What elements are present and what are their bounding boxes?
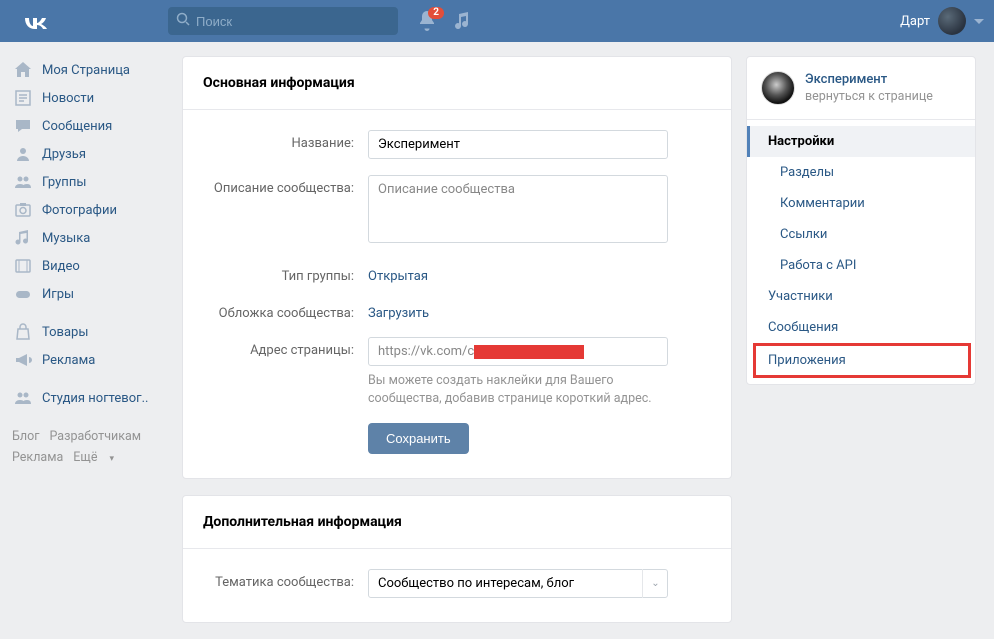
search-field[interactable] [168,7,398,35]
search-input[interactable] [196,14,376,29]
panel-title: Дополнительная информация [183,496,731,549]
save-button[interactable]: Сохранить [368,423,469,454]
nav-item-market[interactable]: Товары [8,318,168,346]
nav-label: Сообщения [42,119,112,134]
friends-icon [14,145,32,163]
search-icon [176,12,190,30]
nav-label: Друзья [42,147,86,162]
footer-ads[interactable]: Реклама [12,450,63,465]
sidebar-item[interactable]: Ссылки [747,219,975,250]
nav-label: Фотографии [42,203,117,218]
chevron-down-icon [974,14,984,29]
video-icon [14,257,32,275]
ads-icon [14,351,32,369]
label-desc: Описание сообщества: [203,175,368,196]
music-icon [14,229,32,247]
groups-icon [14,173,32,191]
nav-item-photos[interactable]: Фотографии [8,196,168,224]
group-name: Эксперимент [805,72,933,87]
user-menu[interactable]: Дарт [900,7,984,35]
footer-more[interactable]: Ещё▾ [73,450,124,465]
header-bar: 2 Дарт [0,0,994,42]
sidebar-item[interactable]: Настройки [747,126,975,157]
redacted-url [474,345,584,359]
sidebar-item[interactable]: Сообщения [747,312,975,343]
back-to-page: вернуться к странице [805,89,933,104]
nav-item-video[interactable]: Видео [8,252,168,280]
news-icon [14,89,32,107]
sidebar-card: Эксперимент вернуться к странице Настрой… [746,56,976,385]
sidebar-item[interactable]: Комментарии [747,188,975,219]
groups-icon [14,389,32,407]
user-name: Дарт [900,14,930,29]
user-avatar [938,7,966,35]
select-topic[interactable]: Сообщество по интересам, блог ⌄ [368,569,668,598]
main-content: Основная информация Название: Описание с… [182,56,732,639]
sidebar-item[interactable]: Работа с API [747,250,975,281]
vk-logo[interactable] [20,13,48,29]
nav-label: Товары [42,325,88,340]
group-avatar [761,71,795,105]
label-name: Название: [203,130,368,151]
nav-label: Моя Страница [42,63,130,78]
input-desc[interactable] [368,175,668,243]
url-prefix: https://vk.com/c [378,344,474,359]
sidebar-item[interactable]: Участники [747,281,975,312]
sidebar-nav: НастройкиРазделыКомментарииСсылкиРабота … [747,120,975,384]
link-upload-cover[interactable]: Загрузить [368,300,429,321]
home-icon [14,61,32,79]
panel-title: Основная информация [183,57,731,110]
page-container: Моя Страница Новости Сообщения Друзья Группы… [0,42,994,639]
nav-label: Игры [42,287,74,302]
nav-item-ads[interactable]: Реклама [8,346,168,374]
label-topic: Тематика сообщества: [203,569,368,590]
header-icons: 2 [418,11,470,31]
nav-label: Группы [42,175,86,190]
label-cover: Обложка сообщества: [203,300,368,321]
footer-links: Блог Разработчикам Реклама Ещё▾ [8,426,168,469]
url-hint: Вы можете создать наклейки для Вашего со… [368,372,678,407]
label-type: Тип группы: [203,263,368,284]
label-url: Адрес страницы: [203,337,368,358]
nav-label: Новости [42,91,94,106]
msg-icon [14,117,32,135]
nav-item-groups[interactable]: Группы [8,168,168,196]
nav-label: Видео [42,259,80,274]
input-name[interactable] [368,130,668,159]
sidebar-item[interactable]: Приложения [753,343,971,378]
left-nav: Моя Страница Новости Сообщения Друзья Группы… [8,56,168,469]
nav-item-music[interactable]: Музыка [8,224,168,252]
nav-item-friends[interactable]: Друзья [8,140,168,168]
music-icon[interactable] [454,12,470,30]
right-sidebar: Эксперимент вернуться к странице Настрой… [746,56,976,385]
footer-blog[interactable]: Блог [12,429,39,444]
link-group-type[interactable]: Открытая [368,263,428,284]
footer-devs[interactable]: Разработчикам [49,429,141,444]
nav-label: Реклама [42,353,95,368]
notif-badge: 2 [428,7,444,19]
market-icon [14,323,32,341]
notifications-icon[interactable]: 2 [418,11,436,31]
sidebar-item[interactable]: Разделы [747,157,975,188]
panel-additional-info: Дополнительная информация Тематика сообщ… [182,495,732,623]
panel-basic-info: Основная информация Название: Описание с… [182,56,732,479]
sidebar-group-header[interactable]: Эксперимент вернуться к странице [747,57,975,120]
nav-item-games[interactable]: Игры [8,280,168,308]
photos-icon [14,201,32,219]
nav-label: Студия ногтевог.. [42,391,148,406]
nav-label: Музыка [42,231,90,246]
games-icon [14,285,32,303]
input-url[interactable]: https://vk.com/c [368,337,668,366]
nav-item-news[interactable]: Новости [8,84,168,112]
select-topic-value: Сообщество по интересам, блог [368,569,668,598]
nav-item-home[interactable]: Моя Страница [8,56,168,84]
nav-item-msg[interactable]: Сообщения [8,112,168,140]
nav-item-groups[interactable]: Студия ногтевог.. [8,384,168,412]
